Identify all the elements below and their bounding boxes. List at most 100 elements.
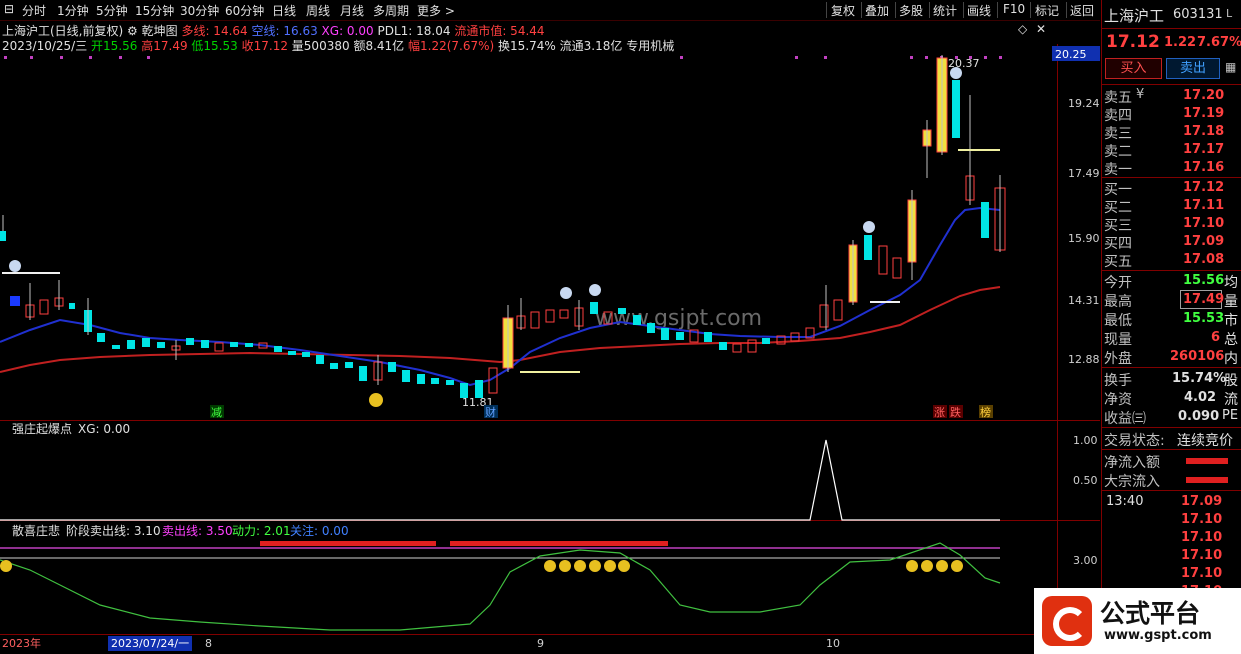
stat-label: 收益㈢ <box>1104 411 1146 427</box>
price-axis-label: 17.49 <box>1068 167 1100 180</box>
stat-extra: PE <box>1222 408 1239 423</box>
yen-icon: ¥ <box>1136 87 1145 102</box>
power-line <box>0 542 1001 631</box>
smile-face-icon <box>369 393 383 407</box>
ask-label: 卖三 <box>1104 126 1132 142</box>
panel2-axis-label: 0.50 <box>1073 474 1098 487</box>
stat-extra: 股 <box>1224 373 1238 389</box>
buy-button[interactable]: 买入 <box>1105 58 1162 79</box>
stat-extra: 量 <box>1224 294 1238 310</box>
stat-extra: 市 <box>1224 313 1238 329</box>
bid-price: 17.11 <box>1183 198 1225 213</box>
stat-label: 今开 <box>1104 275 1132 291</box>
quote-code: 603131 <box>1173 7 1223 22</box>
bid-label: 买三 <box>1104 218 1132 234</box>
quote-pct: 7.67% <box>1197 35 1241 50</box>
bid-label: 买一 <box>1104 182 1132 198</box>
ask-label: 卖一 <box>1104 162 1132 178</box>
stat-extra: 内 <box>1224 351 1238 367</box>
ask-label: 卖四 <box>1104 108 1132 124</box>
bid-price: 17.12 <box>1183 180 1225 195</box>
bid-label: 买五 <box>1104 254 1132 270</box>
date-axis-year: 2023年 <box>2 636 41 650</box>
quote-suffix: L <box>1226 7 1233 20</box>
net-inflow-bar <box>1186 458 1228 464</box>
kline-chart[interactable]: www.gsjpt.com 20.25 19.24 17.49 15.90 14… <box>0 0 1100 654</box>
stat-value: 260106 <box>1170 349 1225 364</box>
stat-label: 最低 <box>1104 313 1132 329</box>
quote-name: 上海沪工 <box>1104 7 1165 25</box>
ask-label: 卖二 <box>1104 144 1132 160</box>
bid-label: 买二 <box>1104 200 1132 216</box>
ask-price: 17.18 <box>1183 124 1225 139</box>
tag-die: 跌 <box>950 405 961 419</box>
tag-jian: 减 <box>211 406 222 419</box>
date-axis-month: 8 <box>205 637 212 650</box>
price-axis-label: 15.90 <box>1068 232 1100 245</box>
smile-face-icon <box>0 560 963 572</box>
panel3-stage: 阶段卖出线: 3.10 <box>66 523 161 538</box>
ask-price: 17.16 <box>1183 160 1225 175</box>
tick-price: 17.10 <box>1181 512 1223 527</box>
stat-value: 15.56 <box>1183 273 1225 288</box>
ask-price: 17.17 <box>1183 142 1225 157</box>
logo-g-icon <box>1042 596 1092 646</box>
grid-icon[interactable]: ▦ <box>1225 60 1236 74</box>
net-inflow-label: 净流入额 <box>1104 455 1160 471</box>
stat-extra: 总 <box>1224 332 1238 348</box>
price-axis-label: 14.31 <box>1068 294 1100 307</box>
panel2-xg: XG: 0.00 <box>78 422 130 436</box>
panel3-power: 动力: 2.01 <box>232 524 291 538</box>
panel2-title: 强庄起爆点 <box>12 421 72 436</box>
block-inflow-label: 大宗流入 <box>1104 474 1160 490</box>
panel3-sell: 卖出线: 3.50 <box>162 524 233 538</box>
tag-bang: 榜 <box>980 405 991 419</box>
stat-value: 15.74% <box>1172 371 1227 386</box>
panel3-title: 散喜庄悲 <box>12 523 60 538</box>
tag-cai: 财 <box>485 405 496 419</box>
stat-label: 净资 <box>1104 392 1132 408</box>
price-axis-label: 12.88 <box>1068 353 1100 366</box>
stat-value: 6 <box>1211 330 1221 345</box>
peak-price-label: 20.37 <box>948 57 980 70</box>
stat-label: 最高 <box>1104 294 1132 310</box>
stat-value: 4.02 <box>1184 390 1217 405</box>
quote-price: 17.12 <box>1106 32 1160 52</box>
tag-zhang: 涨 <box>934 406 945 419</box>
price-axis-label: 19.24 <box>1068 97 1100 110</box>
logo-text: 公式平台 <box>1100 599 1201 628</box>
quote-change: 1.22 <box>1164 35 1197 50</box>
signal-dots <box>4 56 1002 59</box>
ask-price: 17.20 <box>1183 88 1225 103</box>
stat-value: 15.53 <box>1183 311 1225 326</box>
stat-value: 17.49 <box>1183 292 1225 307</box>
stat-extra: 均 <box>1224 275 1238 291</box>
ask-price: 17.19 <box>1183 106 1225 121</box>
bid-price: 17.09 <box>1183 234 1225 249</box>
bid-price: 17.10 <box>1183 216 1225 231</box>
panel3-attention: 关注: 0.00 <box>290 523 349 538</box>
tick-price: 17.09 <box>1181 494 1223 509</box>
trade-state-label: 交易状态: <box>1104 433 1165 449</box>
date-axis-month: 9 <box>537 637 544 650</box>
tick-price: 17.10 <box>1181 548 1223 563</box>
stat-value: 0.090 <box>1178 409 1220 424</box>
tick-price: 17.10 <box>1181 530 1223 545</box>
stat-label: 外盘 <box>1104 351 1132 367</box>
sell-button[interactable]: 卖出 <box>1166 58 1220 79</box>
date-axis-month: 10 <box>826 637 840 650</box>
bid-label: 买四 <box>1104 236 1132 252</box>
stat-label: 现量 <box>1104 332 1132 348</box>
tick-time: 13:40 <box>1106 494 1144 509</box>
candles <box>0 55 1006 398</box>
stat-label: 换手 <box>1104 373 1132 389</box>
tick-price: 17.10 <box>1181 566 1223 581</box>
panel3-axis-label: 3.00 <box>1073 554 1098 567</box>
block-inflow-bar <box>1186 477 1228 483</box>
bid-price: 17.08 <box>1183 252 1225 267</box>
stat-extra: 流 <box>1224 392 1238 408</box>
sad-face-icon <box>9 67 962 299</box>
date-cursor: 2023/07/24/一 <box>111 637 189 650</box>
qiangzhuang-line <box>0 439 1000 521</box>
ask-label: 卖五 <box>1104 90 1132 106</box>
